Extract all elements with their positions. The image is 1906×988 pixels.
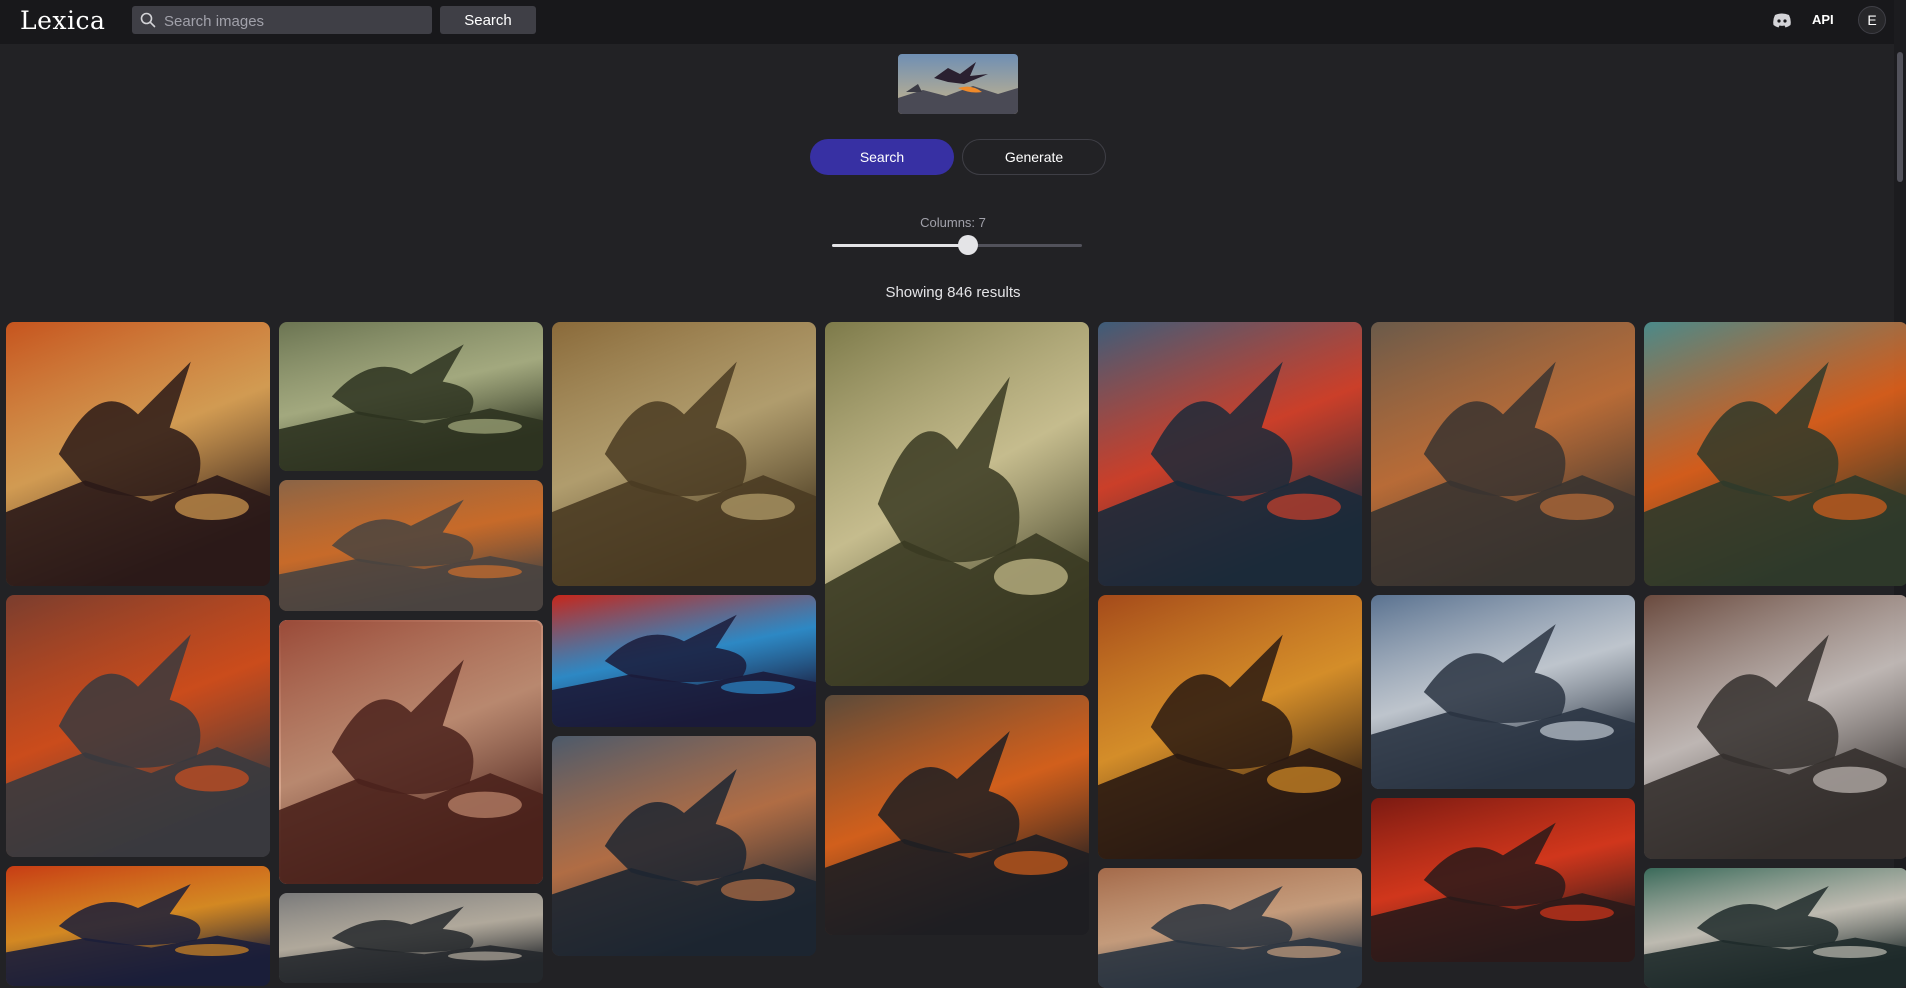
lexica-logo[interactable]: Lexica: [20, 6, 105, 35]
search-input[interactable]: [162, 6, 428, 36]
gallery-image-art: [1098, 868, 1362, 988]
gallery-image-orange-dragon-head[interactable]: [1098, 868, 1362, 988]
gallery-image-green-dragon-flight[interactable]: [1644, 868, 1906, 988]
gallery-image-dragon-stormy-sky[interactable]: [552, 736, 816, 956]
gallery-image-black-dragons-snow[interactable]: [1371, 595, 1635, 789]
gallery-image-cartoon-dragons-battle[interactable]: [552, 595, 816, 727]
columns-slider-thumb[interactable]: [958, 235, 979, 255]
gallery-image-blue-fire-godzilla[interactable]: [6, 866, 270, 986]
gallery-image-volcano-lava-dragon[interactable]: [6, 595, 270, 857]
gallery-image-art: [1644, 868, 1906, 988]
gallery-image-serpent-dragon-mist[interactable]: [279, 322, 543, 471]
gallery-image-blue-kaiju-laser[interactable]: [1098, 322, 1362, 586]
search-button[interactable]: Search: [440, 6, 536, 34]
columns-slider[interactable]: [832, 235, 1082, 255]
gallery-image-teal-dinosaurs-flames[interactable]: [1644, 322, 1906, 586]
results-count: Showing 846 results: [885, 284, 1021, 301]
gallery-image-winged-dragons-plains[interactable]: [552, 322, 816, 586]
gallery-image-fiery-sky-dragon[interactable]: [1098, 595, 1362, 859]
gallery-image-art: [1371, 322, 1635, 586]
gallery-image-rider-on-raptor[interactable]: [825, 322, 1089, 686]
gallery-image-dragons-fighting-fire[interactable]: [279, 480, 543, 611]
gallery-image-red-winged-dragon-sunset[interactable]: [6, 322, 270, 586]
gallery-image-godzilla-red-breath[interactable]: [1371, 798, 1635, 962]
query-image[interactable]: [898, 54, 1018, 114]
scrollbar-thumb[interactable]: [1897, 52, 1903, 182]
gallery-image-art: [825, 322, 1089, 686]
gallery-image-art: [6, 866, 270, 986]
columns-label: Columns: 7: [920, 215, 986, 230]
mode-search-button[interactable]: Search: [810, 139, 954, 175]
user-avatar[interactable]: E: [1858, 6, 1886, 34]
gallery-image-art: [1644, 595, 1906, 859]
gallery-image-armored-dino-fire-breath[interactable]: [825, 695, 1089, 935]
gallery-image-dinosaur-ruined-city[interactable]: [279, 620, 543, 884]
gallery-image-art: [552, 322, 816, 586]
gallery-image-art: [825, 695, 1089, 935]
gallery-image-art: [552, 595, 816, 727]
gallery-image-art: [279, 322, 543, 471]
gallery-image-dragon-city-buildings[interactable]: [1644, 595, 1906, 859]
gallery-image-art: [279, 893, 543, 983]
gallery-image-art: [279, 620, 543, 884]
search-field[interactable]: [132, 6, 432, 36]
gallery-image-art: [1098, 322, 1362, 586]
gallery-image-art: [1371, 595, 1635, 789]
gallery-image-art: [552, 736, 816, 956]
gallery-image-art: [6, 595, 270, 857]
gallery-image-dragon-village-ruin[interactable]: [1371, 322, 1635, 586]
gallery-image-art: [1098, 595, 1362, 859]
gallery-image-art: [279, 480, 543, 611]
search-icon: [140, 12, 156, 28]
api-link[interactable]: API: [1812, 12, 1834, 27]
columns-slider-fill: [832, 244, 969, 247]
top-navigation-bar: Lexica Search API E: [0, 0, 1906, 44]
gallery-image-art: [6, 322, 270, 586]
gallery-image-spiked-reptile-closeup[interactable]: [279, 893, 543, 983]
query-image-art: [898, 54, 1018, 114]
discord-icon[interactable]: [1772, 12, 1792, 28]
mode-generate-button[interactable]: Generate: [962, 139, 1106, 175]
gallery-image-art: [1644, 322, 1906, 586]
gallery-image-art: [1371, 798, 1635, 962]
